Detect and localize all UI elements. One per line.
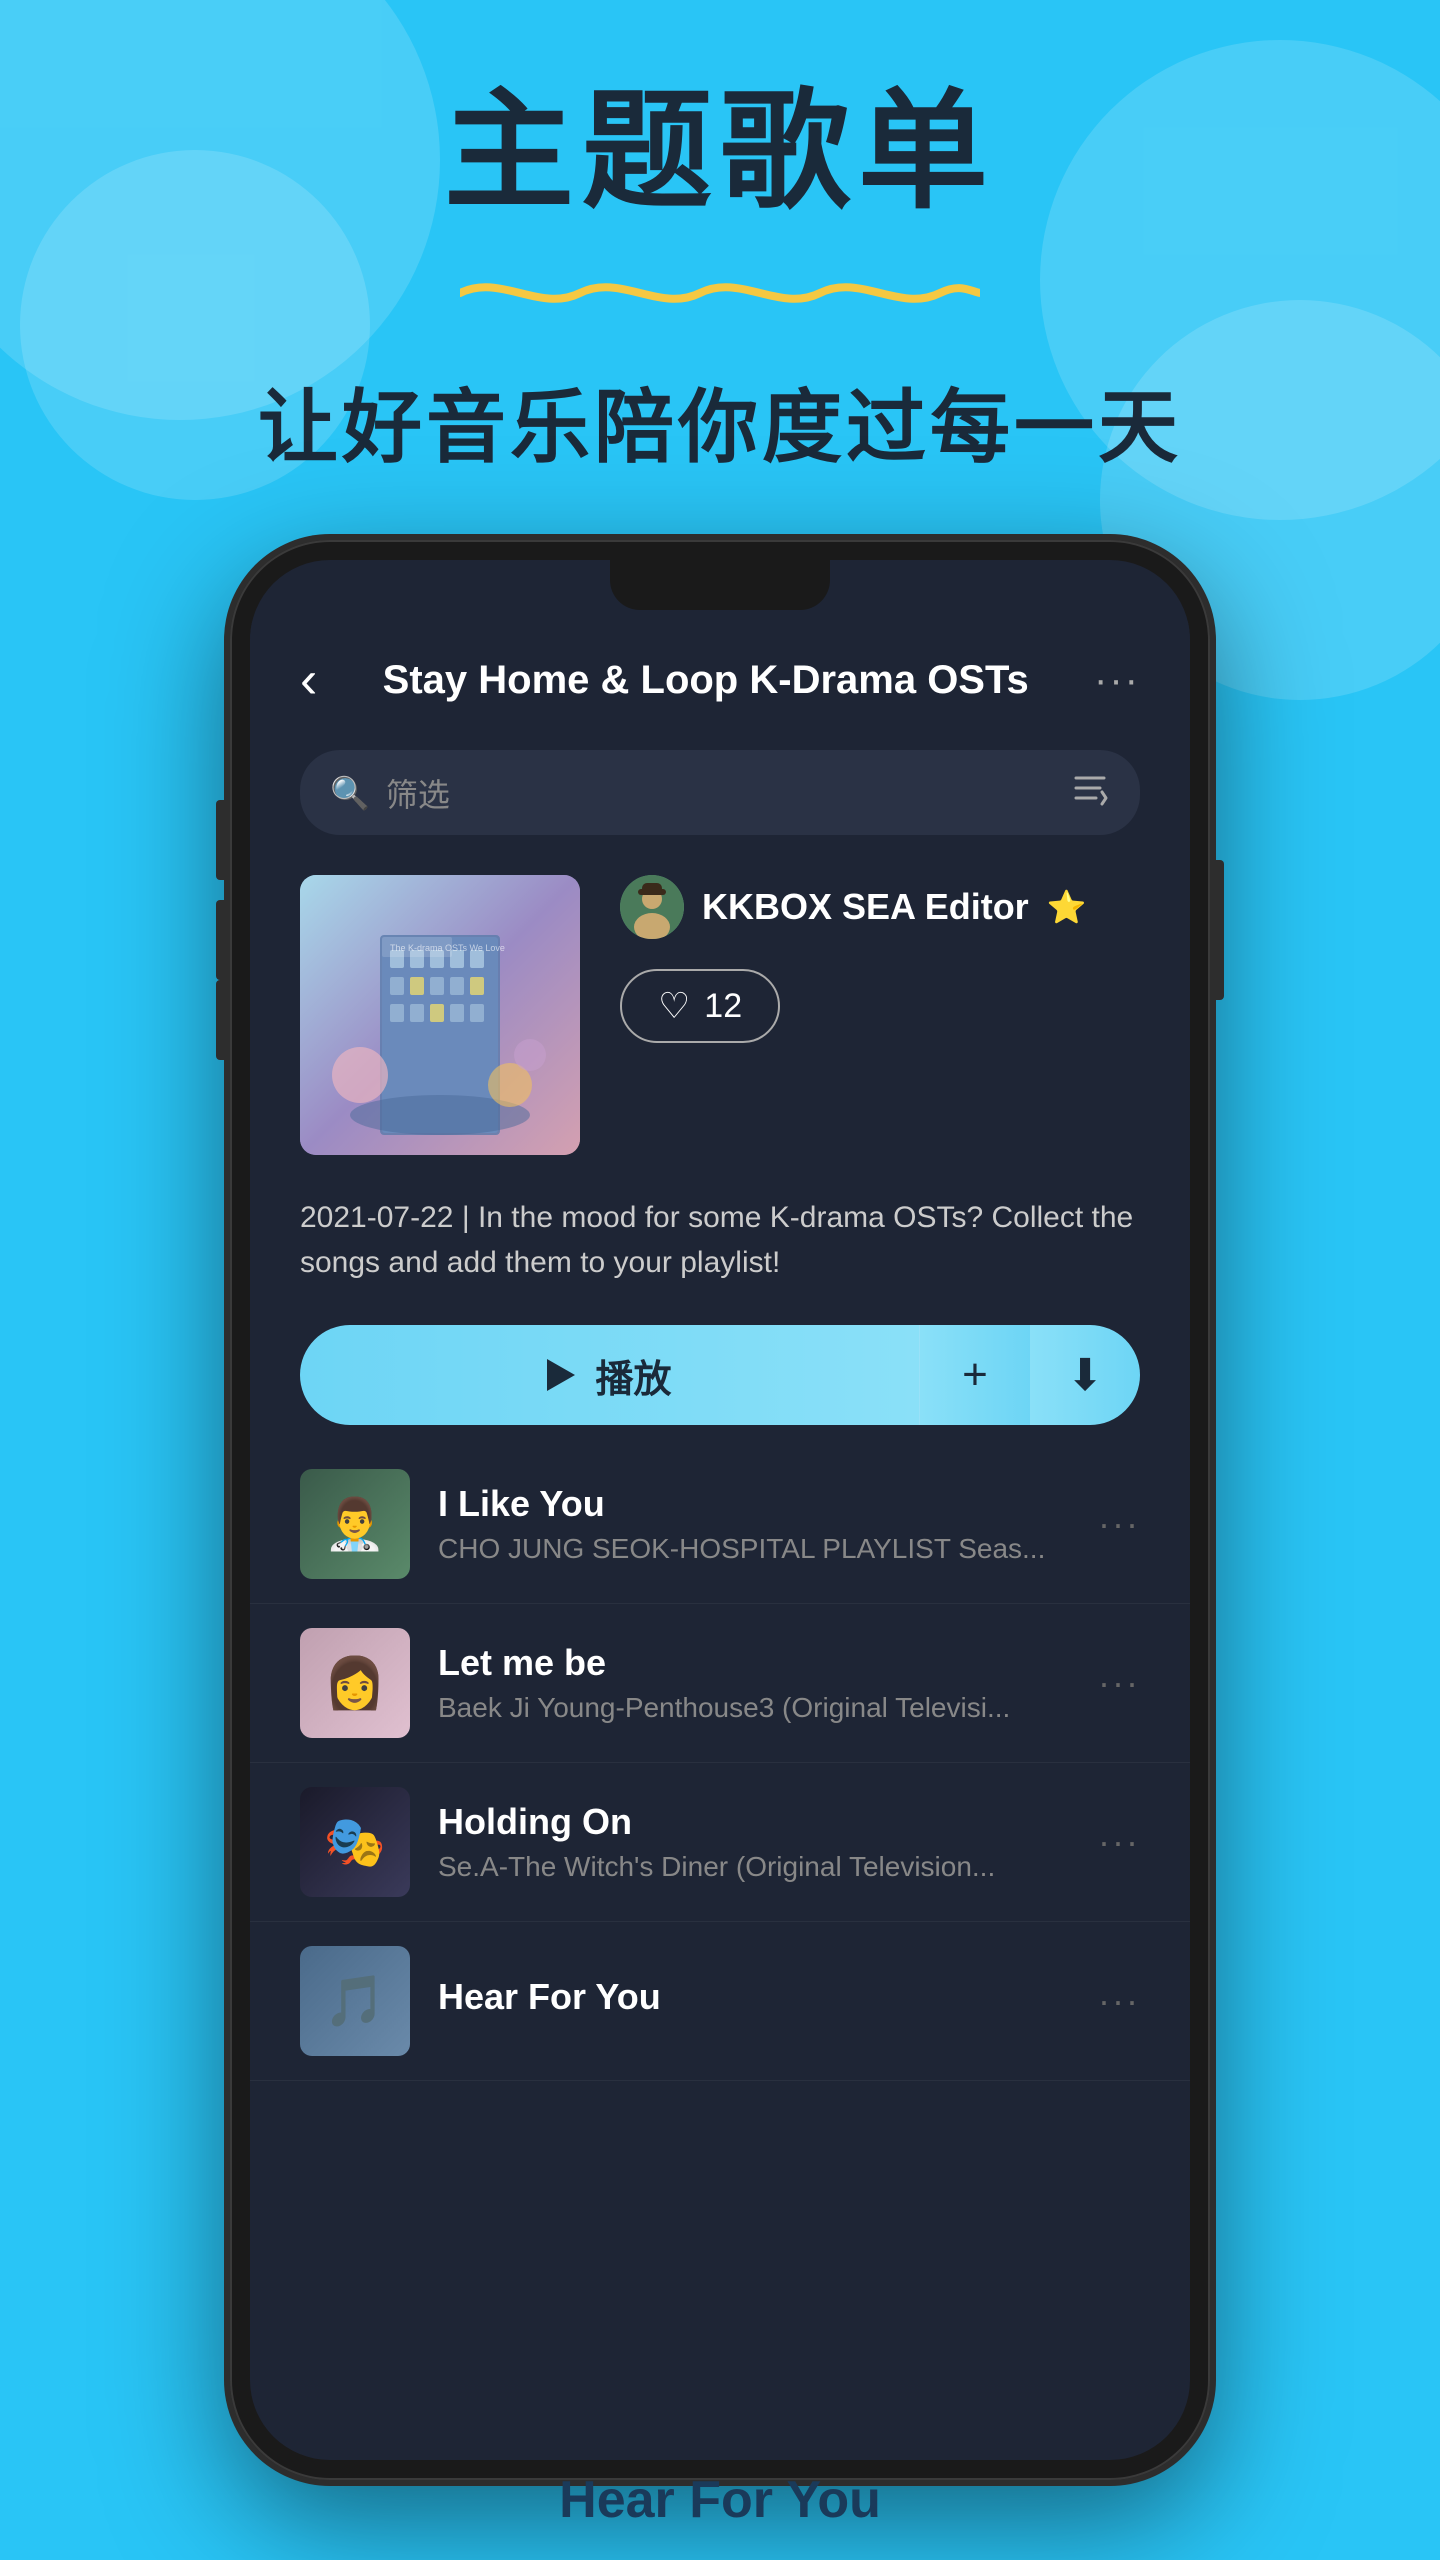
more-button[interactable]: ··· — [1094, 658, 1140, 703]
thumb-image: 👩 — [300, 1628, 410, 1738]
app-content: ‹ Stay Home & Loop K-Drama OSTs ··· 🔍 筛选 — [250, 560, 1190, 2460]
app-name-footer: Hear For You — [559, 2470, 881, 2530]
playlist-title: Stay Home & Loop K-Drama OSTs — [317, 658, 1094, 703]
playlist-date: 2021-07-22 — [300, 1201, 453, 1234]
song-title: Hear For You — [438, 1976, 1070, 2018]
app-header: ‹ Stay Home & Loop K-Drama OSTs ··· — [250, 620, 1190, 730]
action-buttons: 播放 + ⬇ — [300, 1325, 1140, 1425]
heart-icon: ♡ — [658, 985, 690, 1027]
add-icon: + — [962, 1350, 988, 1400]
song-more-button[interactable]: ··· — [1098, 1503, 1140, 1545]
search-input[interactable]: 筛选 — [386, 770, 1054, 816]
phone-wrapper: ‹ Stay Home & Loop K-Drama OSTs ··· 🔍 筛选 — [230, 540, 1210, 2480]
description-separator: | — [462, 1201, 478, 1234]
likes-count: 12 — [704, 987, 742, 1026]
wave-decoration — [460, 263, 980, 323]
thumb-image: 🎭 — [300, 1787, 410, 1897]
back-button[interactable]: ‹ — [300, 650, 317, 710]
thumb-image: 👨‍⚕️ — [300, 1469, 410, 1579]
song-thumbnail: 🎭 — [300, 1787, 410, 1897]
download-icon: ⬇ — [1067, 1350, 1104, 1401]
thumb-image: 🎵 — [300, 1946, 410, 2056]
main-title: 主题歌单 — [0, 80, 1440, 223]
phone-frame: ‹ Stay Home & Loop K-Drama OSTs ··· 🔍 筛选 — [230, 540, 1210, 2480]
song-more-button[interactable]: ··· — [1098, 1821, 1140, 1863]
song-title: Let me be — [438, 1642, 1070, 1684]
editor-row: KKBOX SEA Editor ⭐ — [620, 875, 1140, 939]
song-subtitle: Baek Ji Young-Penthouse3 (Original Telev… — [438, 1692, 1070, 1724]
song-thumbnail: 🎵 — [300, 1946, 410, 2056]
play-button[interactable]: 播放 — [300, 1325, 920, 1425]
search-icon: 🔍 — [330, 774, 370, 812]
like-button[interactable]: ♡ 12 — [620, 969, 780, 1043]
editor-name: KKBOX SEA Editor — [702, 886, 1029, 928]
song-subtitle: Se.A-The Witch's Diner (Original Televis… — [438, 1851, 1070, 1883]
song-more-button[interactable]: ··· — [1098, 1662, 1140, 1704]
editor-avatar — [620, 875, 684, 939]
playlist-description: 2021-07-22 | In the mood for some K-dram… — [250, 1175, 1190, 1305]
song-title: Holding On — [438, 1801, 1070, 1843]
play-icon — [547, 1359, 575, 1391]
song-subtitle: CHO JUNG SEOK-HOSPITAL PLAYLIST Seas... — [438, 1533, 1070, 1565]
song-item[interactable]: 👨‍⚕️ I Like You CHO JUNG SEOK-HOSPITAL P… — [250, 1445, 1190, 1604]
star-icon: ⭐ — [1047, 888, 1087, 926]
playlist-meta: KKBOX SEA Editor ⭐ ♡ 12 — [620, 875, 1140, 1043]
song-details: Hear For You — [438, 1976, 1070, 2026]
song-details: Holding On Se.A-The Witch's Diner (Origi… — [438, 1801, 1070, 1883]
header-section: 主题歌单 让好音乐陪你度过每一天 — [0, 80, 1440, 479]
song-item[interactable]: 👩 Let me be Baek Ji Young-Penthouse3 (Or… — [250, 1604, 1190, 1763]
song-list: 👨‍⚕️ I Like You CHO JUNG SEOK-HOSPITAL P… — [250, 1445, 1190, 2460]
notch — [610, 560, 830, 610]
subtitle: 让好音乐陪你度过每一天 — [0, 363, 1440, 479]
song-item[interactable]: 🎵 Hear For You ··· — [250, 1922, 1190, 2081]
search-bar[interactable]: 🔍 筛选 — [300, 750, 1140, 835]
song-thumbnail: 👨‍⚕️ — [300, 1469, 410, 1579]
song-more-button[interactable]: ··· — [1098, 1980, 1140, 2022]
add-button[interactable]: + — [920, 1325, 1030, 1425]
song-item[interactable]: 🎭 Holding On Se.A-The Witch's Diner (Ori… — [250, 1763, 1190, 1922]
svg-text:The K-drama OSTs We Love: The K-drama OSTs We Love — [390, 943, 505, 953]
song-details: Let me be Baek Ji Young-Penthouse3 (Orig… — [438, 1642, 1070, 1724]
sort-icon[interactable] — [1070, 768, 1110, 817]
download-button[interactable]: ⬇ — [1030, 1325, 1140, 1425]
playlist-info: The K-drama OSTs We Love — [250, 855, 1190, 1175]
song-details: I Like You CHO JUNG SEOK-HOSPITAL PLAYLI… — [438, 1483, 1070, 1565]
playlist-cover: The K-drama OSTs We Love — [300, 875, 580, 1155]
song-title: I Like You — [438, 1483, 1070, 1525]
song-thumbnail: 👩 — [300, 1628, 410, 1738]
play-label: 播放 — [595, 1348, 671, 1403]
phone-screen: ‹ Stay Home & Loop K-Drama OSTs ··· 🔍 筛选 — [250, 560, 1190, 2460]
